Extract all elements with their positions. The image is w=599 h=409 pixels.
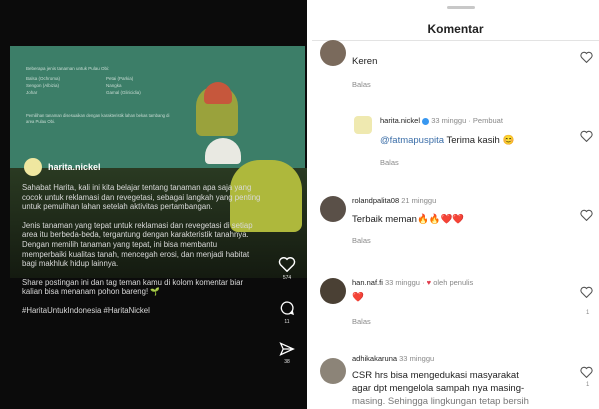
reply-button[interactable]: Balas xyxy=(352,317,371,326)
comment-username[interactable]: rolandpalita08 xyxy=(352,196,399,205)
verified-icon xyxy=(422,117,430,125)
comment-text: @fatmapuspita Terima kasih 😊 xyxy=(380,135,515,146)
image-bullet: Gamal (Gliricidia) xyxy=(106,90,141,95)
heart-icon: ♥ xyxy=(426,278,432,287)
image-bullet: Petai (Parkia) xyxy=(106,76,134,81)
comment-text: Terbaik meman🔥🔥❤️❤️ xyxy=(352,214,465,225)
reply-button[interactable]: Balas xyxy=(380,158,399,167)
helmet-red xyxy=(204,82,232,104)
comment-time: 33 minggu xyxy=(431,116,467,125)
post-panel: Beberapa jenis tanaman untuk Pulau Obi: … xyxy=(0,0,307,409)
heart-icon[interactable] xyxy=(580,286,593,298)
comments-panel: Komentar Keren Balas harita.nickel 33 mi… xyxy=(312,0,599,409)
image-bullet: Sengon (Albizia) xyxy=(26,83,60,88)
caption-paragraph: Jenis tanaman yang tepat untuk reklamasi… xyxy=(22,220,253,269)
mention-link[interactable]: @fatmapuspita xyxy=(380,135,444,146)
image-footer: Pemilihan tanaman disesuaikan dengan kar… xyxy=(26,113,170,124)
image-bullet: Balsa (Ochroma) xyxy=(26,76,61,81)
heart-icon[interactable] xyxy=(580,130,593,142)
send-icon xyxy=(279,342,295,356)
reply-button[interactable]: Balas xyxy=(352,236,371,245)
comment-meta: harita.nickel 33 minggu · Pembuat xyxy=(380,116,503,125)
comment-count: 11 xyxy=(284,319,290,325)
comment-like-count: 1 xyxy=(586,310,590,316)
comment-username[interactable]: adhikakaruna xyxy=(352,354,397,363)
comment-text: CSR hrs bisa mengedukasi masyarakat xyxy=(352,370,519,381)
caption-paragraph: Share postingan ini dan tag teman kamu d… xyxy=(22,277,244,297)
image-bullet: Johar xyxy=(26,90,38,95)
post-caption: Sahabat Harita, kali ini kita belajar te… xyxy=(22,183,262,325)
creator-tag: Pembuat xyxy=(472,116,503,125)
avatar[interactable] xyxy=(320,278,346,304)
avatar[interactable] xyxy=(354,116,372,134)
post-header[interactable]: harita.nickel xyxy=(24,158,101,176)
drag-handle[interactable] xyxy=(447,6,475,9)
comment-time: 21 minggu xyxy=(401,196,437,205)
avatar[interactable] xyxy=(320,358,346,384)
share-button[interactable]: 38 xyxy=(274,342,300,365)
image-header: Beberapa jenis tanaman untuk Pulau Obi: xyxy=(26,66,110,71)
comment-meta: rolandpalita08 21 minggu xyxy=(352,196,436,205)
post-image xyxy=(10,46,305,168)
like-count: 574 xyxy=(282,275,292,281)
comment-meta: adhikakaruna 33 minggu xyxy=(352,354,434,363)
image-bullet: Nangka xyxy=(106,83,122,88)
comment-text: ❤️ xyxy=(352,292,364,303)
comments-title: Komentar xyxy=(427,22,484,36)
comment-username[interactable]: han.naf.fi xyxy=(352,278,383,287)
divider xyxy=(312,40,599,41)
comment-text: masing. Sehingga lingkungan tetap bersih xyxy=(352,396,529,407)
heart-icon xyxy=(278,257,296,272)
share-count: 38 xyxy=(284,359,290,365)
heart-icon[interactable] xyxy=(580,366,593,378)
comment-time: 33 minggu xyxy=(399,354,435,363)
comment-username[interactable]: harita.nickel xyxy=(380,116,420,125)
caption-paragraph: Sahabat Harita, kali ini kita belajar te… xyxy=(22,183,261,212)
comment-icon xyxy=(280,301,294,316)
comment-text: agar dpt mengelola sampah nya masing- xyxy=(352,383,525,394)
avatar[interactable] xyxy=(24,158,42,176)
comment-like-count: 1 xyxy=(586,382,590,388)
heart-icon[interactable] xyxy=(580,209,593,221)
heart-icon[interactable] xyxy=(580,51,593,63)
image-plant-list: Balsa (Ochroma) Petai (Parkia) Sengon (A… xyxy=(26,76,186,95)
reply-button[interactable]: Balas xyxy=(352,80,371,89)
comment-text: Keren xyxy=(352,56,378,67)
comment-button[interactable]: 11 xyxy=(274,300,300,325)
avatar[interactable] xyxy=(320,196,346,222)
avatar[interactable] xyxy=(320,40,346,66)
post-username[interactable]: harita.nickel xyxy=(48,162,101,172)
comment-time: 33 minggu xyxy=(384,278,420,287)
comment-meta: han.naf.fi 33 minggu · ♥ oleh penulis xyxy=(352,278,474,287)
caption-hashtags[interactable]: #HaritaUntukIndonesia #HaritaNickel xyxy=(22,306,262,316)
like-button[interactable]: 574 xyxy=(274,256,300,281)
liked-by-author-tag: oleh penulis xyxy=(433,278,474,287)
